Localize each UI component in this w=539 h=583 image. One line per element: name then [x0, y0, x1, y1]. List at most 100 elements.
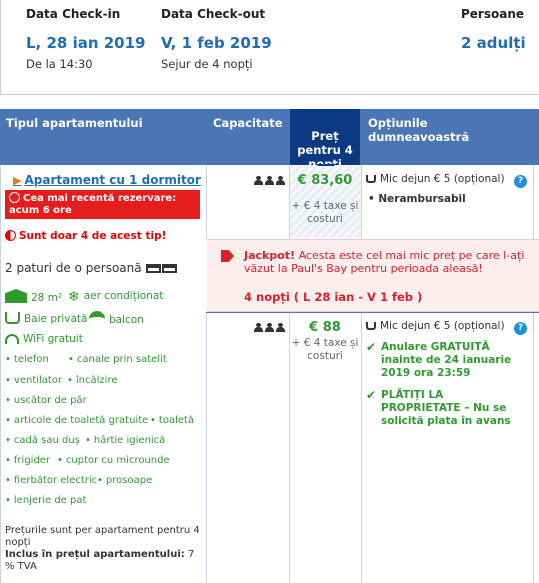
help-icon[interactable]: ?	[514, 322, 527, 335]
guests-block[interactable]: Persoane 2 adulți	[461, 7, 526, 52]
person-icon	[254, 176, 263, 185]
jackpot-dates: 4 nopți ( L 28 ian - V 1 feb )	[244, 290, 423, 304]
offer-price: € 83,60	[297, 173, 353, 188]
facility-balcony: balcon	[89, 311, 144, 326]
header-price[interactable]: Preț pentru 4 nopți	[290, 109, 360, 171]
vat-label: Inclus în prețul apartamentului:	[5, 549, 185, 560]
offer-price: € 88	[309, 320, 341, 335]
grid-line	[0, 165, 1, 583]
recent-booking-alert: Cea mai recentă rezervare: acum 6 ore	[5, 190, 200, 219]
offer-tax: + € 4 taxe și costuri	[291, 200, 359, 225]
jackpot-title: Jackpot!	[244, 249, 296, 262]
guests-value: 2 adulți	[461, 34, 526, 52]
bed-icon	[162, 264, 178, 273]
grid-line	[361, 312, 362, 583]
price-note-text: Prețurile sunt per apartament pentru 4 n…	[5, 525, 200, 548]
facility-balcony-text: balcon	[109, 314, 144, 326]
check-icon: ✔	[366, 388, 377, 402]
balcony-icon	[89, 311, 105, 325]
price-note: Prețurile sunt per apartament pentru 4 n…	[5, 525, 200, 573]
snowflake-icon: ❄	[68, 289, 80, 305]
checkin-date: L, 28 ian 2019	[26, 34, 146, 52]
amenity-item: uscător de păr	[5, 395, 87, 406]
free-cancellation: Anulare GRATUITĂ înainte de 24 ianuarie …	[381, 341, 512, 379]
table-header: Tipul apartamentului Capacitate Preț pen…	[0, 109, 539, 171]
person-icon	[265, 323, 274, 332]
grid-line	[206, 165, 207, 239]
chevron-right-icon: ▶	[13, 174, 22, 187]
capacity-icons	[254, 322, 287, 335]
grid-line	[533, 165, 534, 239]
help-icon[interactable]: ?	[514, 175, 527, 188]
amenity-item: canale prin satelit	[68, 354, 167, 365]
summary-border	[0, 0, 1, 95]
check-icon: ✔	[366, 340, 377, 354]
grid-line	[533, 312, 534, 583]
pie-clock-icon	[5, 230, 16, 241]
bed-text: 2 paturi de o persoană	[5, 261, 142, 275]
availability-warning: Sunt doar 4 de acest tip!	[5, 230, 166, 242]
coffee-cup-icon	[366, 175, 376, 183]
clock-icon	[9, 192, 20, 203]
room-size: 28 m²	[5, 289, 62, 304]
checkin-label: Data Check-in	[26, 7, 121, 21]
checkin-block[interactable]: Data Check-in L, 28 ian 2019 De la 14:30	[26, 7, 146, 71]
breakfast-text: Mic dejun € 5 (opțional)	[380, 320, 505, 332]
availability-text: Sunt doar 4 de acest tip!	[19, 230, 167, 242]
checkout-date: V, 1 feb 2019	[161, 34, 272, 52]
amenity-item: toaletă	[150, 415, 194, 426]
vat-info: Inclus în prețul apartamentului: 7 % TVA	[5, 549, 200, 573]
policy-nonrefundable: • Nerambursabil	[368, 193, 466, 205]
booking-summary: Data Check-in L, 28 ian 2019 De la 14:30…	[0, 0, 539, 95]
breakfast-text: Mic dejun € 5 (opțional)	[380, 173, 505, 185]
facility-bath-text: Baie privată	[24, 313, 88, 325]
breakfast-option: Mic dejun € 5 (opțional)	[366, 320, 505, 332]
checkout-label: Data Check-out	[161, 7, 266, 21]
person-icon	[276, 176, 285, 185]
room-name-link[interactable]: ▶ Apartament cu 1 dormitor	[13, 173, 201, 187]
amenity-item: prosoape	[97, 475, 152, 486]
capacity-icons	[254, 175, 287, 188]
facility-bath: Baie privată	[5, 312, 87, 325]
room-size-text: 28 m²	[31, 292, 63, 304]
amenity-item: frigider	[5, 455, 50, 466]
wifi-icon	[5, 334, 19, 344]
amenity-item: lenjerie de pat	[5, 495, 87, 506]
person-icon	[276, 323, 285, 332]
amenity-item: hârtie igienică	[85, 435, 165, 446]
amenity-item: cadă sau duș	[5, 435, 80, 446]
pay-at-property: PLĂTIȚI LA PROPRIETATE – Nu se solicită …	[381, 389, 511, 427]
amenity-item: telefon	[5, 354, 49, 365]
room-name: Apartament cu 1 dormitor	[24, 173, 201, 187]
size-icon	[5, 289, 27, 303]
recent-booking-text: Cea mai recentă rezervare: acum 6 ore	[9, 193, 177, 216]
amenity-item: articole de toaletă gratuite	[5, 415, 148, 426]
amenity-item: cuptor cu microunde	[57, 455, 170, 466]
grid-line	[361, 165, 362, 239]
row-divider	[206, 312, 539, 313]
breakfast-option: Mic dejun € 5 (opțional)	[366, 173, 505, 185]
facility-wifi-text: WiFi gratuit	[23, 333, 83, 345]
amenity-item: fierbător electric	[5, 475, 97, 486]
bed-info: 2 paturi de o persoană	[5, 261, 178, 275]
checkout-block[interactable]: Data Check-out V, 1 feb 2019 Sejur de 4 …	[161, 7, 272, 71]
facility-ac: ❄ aer condiționat	[68, 289, 164, 305]
checkin-time: De la 14:30	[26, 57, 93, 71]
person-icon	[254, 323, 263, 332]
person-icon	[265, 176, 274, 185]
guests-label: Persoane	[461, 7, 525, 21]
bath-icon	[5, 312, 20, 324]
header-capacity: Capacitate	[213, 116, 283, 130]
offer-tax: + € 4 taxe și costuri	[291, 337, 359, 362]
header-room-type: Tipul apartamentului	[6, 116, 143, 130]
amenity-item: ventilator	[5, 375, 62, 386]
policy-text: Nerambursabil	[378, 193, 466, 205]
grid-line	[206, 312, 207, 583]
facility-ac-text: aer condiționat	[83, 290, 164, 302]
stay-length: Sejur de 4 nopți	[161, 57, 253, 71]
amenity-item: încălzire	[67, 375, 118, 386]
facility-wifi: WiFi gratuit	[5, 333, 83, 345]
coffee-cup-icon	[366, 322, 376, 330]
bed-icon	[146, 264, 162, 273]
jackpot-message: Jackpot! Acesta este cel mai mic preț pe…	[244, 249, 536, 275]
